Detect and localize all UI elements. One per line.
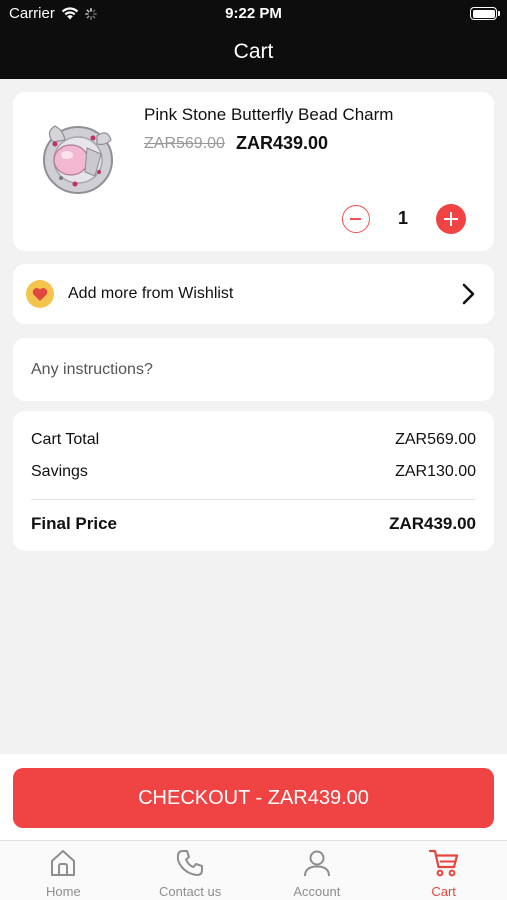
product-name[interactable]: Pink Stone Butterfly Bead Charm [144, 105, 393, 125]
savings-row: Savings ZAR130.00 [31, 463, 476, 481]
price-summary: Cart Total ZAR569.00 Savings ZAR130.00 F… [13, 411, 494, 551]
final-price-row: Final Price ZAR439.00 [31, 514, 476, 534]
instructions-card [13, 338, 494, 401]
tab-home[interactable]: Home [0, 841, 127, 900]
wishlist-row[interactable]: Add more from Wishlist [13, 264, 494, 324]
savings-label: Savings [31, 463, 88, 480]
sale-price: ZAR439.00 [236, 133, 329, 153]
tab-account[interactable]: Account [254, 841, 381, 900]
heart-icon [26, 280, 54, 308]
status-time: 9:22 PM [225, 5, 282, 22]
cart-item-card: Pink Stone Butterfly Bead Charm ZAR569.0… [13, 92, 494, 251]
cart-total-label: Cart Total [31, 431, 100, 448]
checkout-button[interactable]: CHECKOUT - ZAR439.00 [13, 768, 494, 828]
chevron-right-icon [462, 283, 475, 305]
status-bar: Carrier 9:22 PM [0, 0, 507, 28]
tab-cart[interactable]: Cart [380, 841, 507, 900]
home-icon [51, 850, 76, 876]
increase-quantity-button[interactable] [436, 204, 466, 234]
tab-contact-label: Contact us [159, 884, 222, 899]
cart-icon [428, 849, 458, 877]
original-price: ZAR569.00 [144, 135, 225, 152]
nav-bar: Cart [0, 28, 507, 79]
cart-total-row: Cart Total ZAR569.00 [31, 431, 476, 449]
savings-value: ZAR130.00 [395, 463, 476, 480]
tab-contact[interactable]: Contact us [127, 841, 254, 900]
user-icon [303, 850, 330, 877]
tab-bar: Home Contact us Account Cart [0, 840, 507, 900]
quantity-value: 1 [397, 208, 408, 228]
tab-account-label: Account [293, 884, 341, 899]
instructions-input[interactable] [31, 358, 471, 382]
summary-divider [31, 499, 476, 500]
product-image[interactable] [35, 114, 121, 200]
page-title: Cart [233, 40, 274, 63]
wishlist-label: Add more from Wishlist [68, 285, 234, 302]
cart-total-value: ZAR569.00 [395, 431, 476, 448]
phone-icon [176, 850, 204, 876]
battery-icon [470, 7, 500, 20]
decrease-quantity-button[interactable] [342, 205, 370, 233]
final-price-value: ZAR439.00 [389, 514, 476, 533]
final-price-label: Final Price [31, 514, 117, 533]
tab-cart-label: Cart [431, 884, 456, 899]
tab-home-label: Home [46, 884, 81, 899]
